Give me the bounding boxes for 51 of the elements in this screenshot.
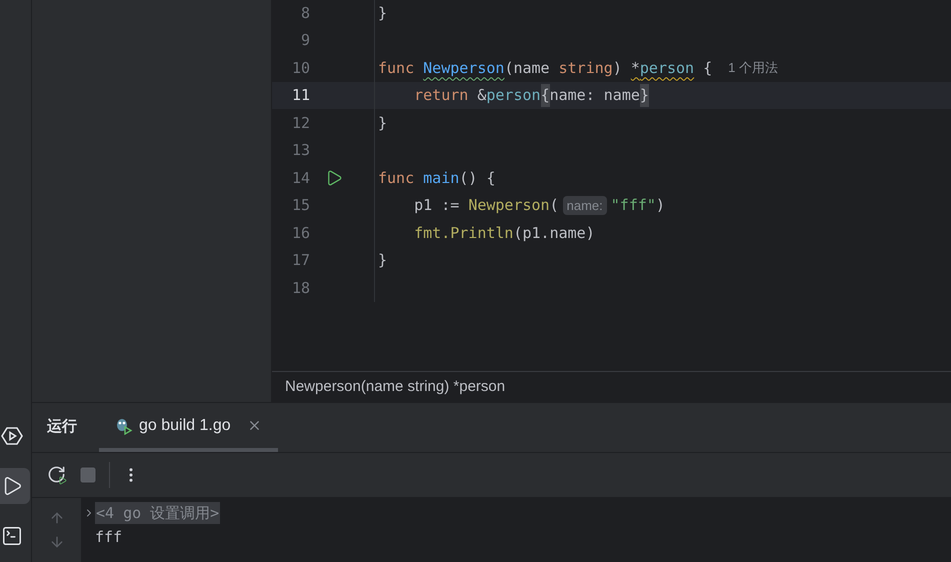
code-token: func <box>378 58 416 78</box>
code-token: Newperson <box>468 195 550 216</box>
code-token: (name <box>504 58 551 78</box>
line-number: 12 <box>290 112 310 134</box>
code-token: p1 := <box>413 195 460 216</box>
line-number: 10 <box>290 58 310 78</box>
code-token: fmt.Println <box>413 222 514 244</box>
code-token: } <box>378 112 388 134</box>
line-number: 8 <box>300 2 310 24</box>
code-token: person <box>640 58 694 78</box>
panel-title: 运行 <box>47 417 77 438</box>
line-number: 13 <box>290 140 310 161</box>
parameter-hint: name: <box>562 196 607 215</box>
line-number: 17 <box>290 250 310 271</box>
run-gutter-icon[interactable] <box>325 168 343 187</box>
code-token: & <box>477 85 486 106</box>
code-token: string <box>558 58 613 78</box>
usage-hint[interactable]: 1 个用法 <box>728 58 778 78</box>
console-command: <4 go 设置调用> <box>95 502 220 524</box>
line-number: 14 <box>290 168 310 188</box>
line-number: 11 <box>290 85 310 106</box>
code-token: { <box>540 84 550 106</box>
code-token: * <box>630 58 640 78</box>
line-number: 15 <box>290 195 310 216</box>
code-token: person <box>486 85 541 106</box>
services-icon <box>0 425 22 447</box>
code-token: return <box>413 85 470 106</box>
code-token: ( <box>550 195 559 216</box>
code-token: () { <box>459 168 496 188</box>
code-token: } <box>640 84 649 106</box>
rerun-icon[interactable] <box>47 465 67 485</box>
code-token: name: name <box>550 85 640 106</box>
line-number: 18 <box>290 278 310 298</box>
code-token: } <box>378 250 388 271</box>
code-token: ) <box>612 58 623 78</box>
console-output: fff <box>95 527 124 548</box>
code-token: main <box>423 168 460 188</box>
code-token: Newperson <box>423 58 504 78</box>
code-token: (p1.name) <box>513 222 595 244</box>
code-token: { <box>702 58 712 78</box>
line-number: 9 <box>300 30 310 51</box>
run-tab[interactable]: go build 1.go <box>99 403 278 452</box>
breadcrumb[interactable]: Newperson(name string) *person <box>285 376 506 398</box>
code-token: ) <box>656 195 665 216</box>
terminal-icon <box>0 525 22 547</box>
line-number: 16 <box>290 222 310 244</box>
code-token: func <box>378 168 416 188</box>
code-token: } <box>378 2 388 24</box>
tool-window-button[interactable] <box>0 468 30 504</box>
code-token: "fff" <box>610 195 656 216</box>
gopher-run-icon <box>115 416 133 434</box>
